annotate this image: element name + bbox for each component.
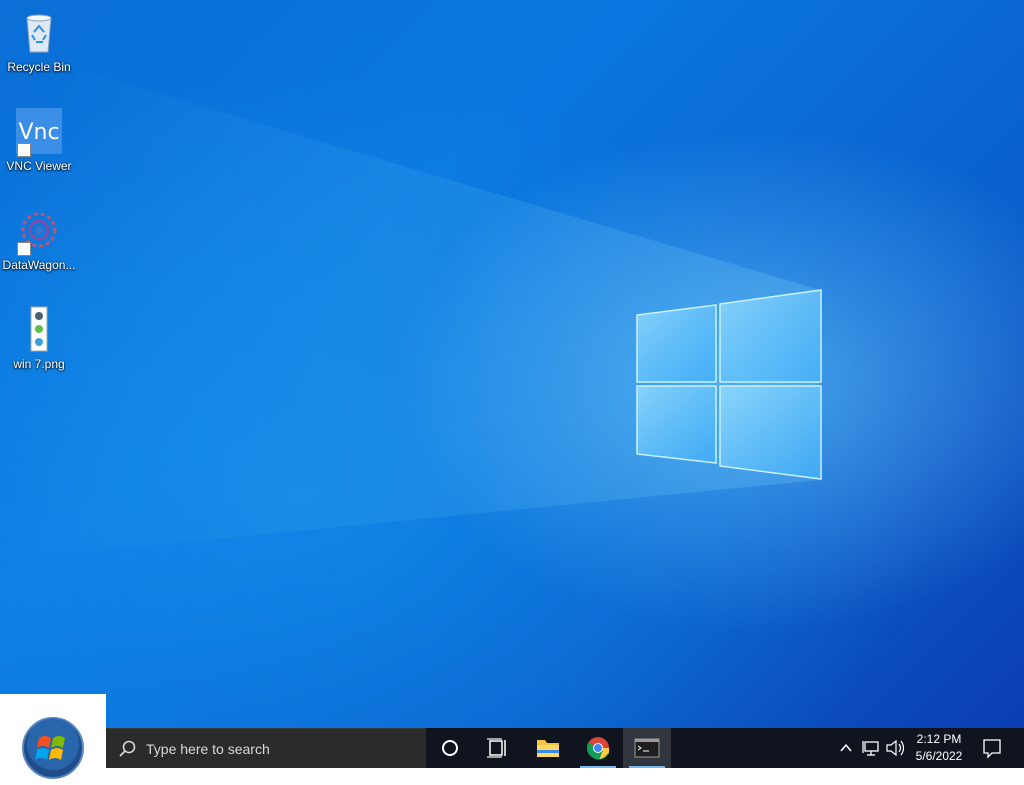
chrome-icon bbox=[587, 737, 610, 760]
image-file-icon bbox=[15, 305, 63, 353]
chrome-button[interactable] bbox=[574, 728, 622, 768]
desktop-icon-vnc-viewer[interactable]: Vnc VNC Viewer bbox=[0, 101, 78, 193]
cortana-button[interactable] bbox=[426, 728, 474, 768]
search-box[interactable]: Type here to search bbox=[106, 728, 426, 768]
desktop-icon-label: VNC Viewer bbox=[6, 159, 72, 173]
search-icon bbox=[119, 740, 136, 757]
task-view-icon bbox=[487, 738, 506, 758]
start-orb-icon[interactable] bbox=[21, 716, 85, 780]
desktop-icon-label: win 7.png bbox=[13, 357, 65, 371]
clock-time: 2:12 PM bbox=[916, 732, 962, 746]
desktop-icon-datawagon[interactable]: DataWagon... bbox=[0, 200, 78, 292]
network-icon bbox=[862, 741, 879, 756]
cortana-circle-icon bbox=[442, 740, 458, 756]
vnc-viewer-icon: Vnc bbox=[15, 107, 63, 157]
recycle-bin-icon bbox=[15, 8, 63, 56]
network-button[interactable] bbox=[860, 728, 882, 768]
search-placeholder: Type here to search bbox=[146, 741, 270, 757]
volume-button[interactable] bbox=[884, 728, 906, 768]
datawagon-icon bbox=[15, 206, 63, 256]
notification-icon bbox=[983, 739, 1001, 759]
action-center-button[interactable] bbox=[978, 728, 1006, 768]
desktop-background: Recycle Bin Vnc VNC Viewer DataWagon... … bbox=[0, 0, 1024, 728]
desktop-icon-win7-png[interactable]: win 7.png bbox=[0, 299, 78, 391]
speaker-icon bbox=[886, 739, 905, 757]
svg-text:Vnc: Vnc bbox=[18, 120, 59, 145]
desktop-icon-recycle-bin[interactable]: Recycle Bin bbox=[0, 2, 78, 94]
file-explorer-button[interactable] bbox=[524, 728, 572, 768]
show-hidden-icons-button[interactable] bbox=[836, 728, 856, 768]
folder-icon bbox=[537, 740, 559, 757]
clock-date: 5/6/2022 bbox=[915, 749, 963, 763]
desktop-icon-label: Recycle Bin bbox=[7, 60, 71, 74]
desktop-icon-label: DataWagon... bbox=[2, 258, 76, 272]
taskbar-clock[interactable]: 2:12 PM 5/6/2022 bbox=[904, 731, 974, 765]
task-view-button[interactable] bbox=[474, 728, 522, 768]
windows-logo-wallpaper bbox=[0, 70, 822, 560]
shortcut-arrow-icon bbox=[17, 242, 31, 256]
chevron-up-icon bbox=[840, 743, 852, 752]
shortcut-arrow-icon bbox=[17, 143, 31, 157]
terminal-button[interactable] bbox=[623, 728, 671, 768]
terminal-icon bbox=[634, 738, 660, 758]
